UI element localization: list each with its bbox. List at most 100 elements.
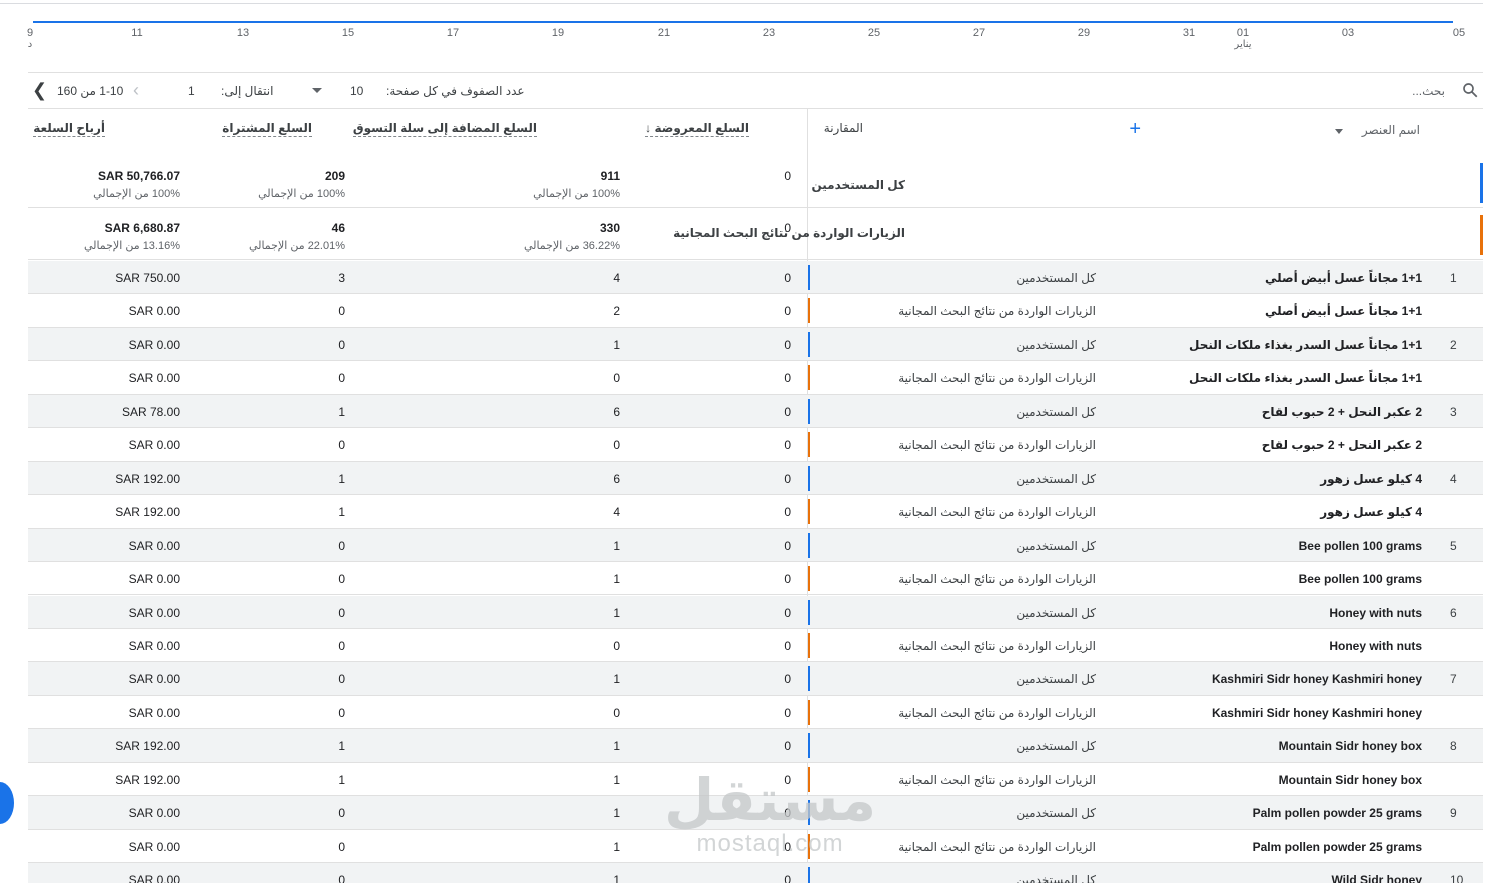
timeline-axis: 05 03 01 يناير 31 29 27 25 23 21 19 17 15 13 11 9 د	[0, 0, 1511, 60]
search-icon[interactable]	[1461, 81, 1479, 99]
items-purchased-value: 0	[338, 438, 345, 453]
segment-indicator	[808, 331, 810, 357]
add-dimension-icon[interactable]: +	[1129, 118, 1141, 141]
rows-per-page-select[interactable]: 10	[350, 84, 363, 98]
table-row[interactable]: 1 1+1 مجاناً عسل أبيض أصلي كل المستخدمين 0 4…	[28, 261, 1483, 295]
table-row[interactable]: 5 Bee pollen 100 grams كل المستخدمين 0 1 0 SAR…	[28, 528, 1483, 563]
segment-label[interactable]: كل المستخدمين	[811, 178, 905, 192]
table-row[interactable]: 4 كيلو عسل زهور الزيارات الواردة من نتائج…	[28, 495, 1483, 529]
item-revenue-value: SAR 78.00	[121, 404, 180, 419]
segment-label: كل المستخدمين	[1016, 672, 1096, 687]
items-purchased-share: 22.01% من الإجمالي	[248, 240, 345, 252]
items-viewed-value: 0	[784, 739, 791, 754]
item-name[interactable]: 2 عكبر النحل + 2 حبوب لقاح	[1262, 438, 1422, 452]
items-purchased-value: 0	[338, 538, 345, 553]
items-added-to-cart-value: 1	[613, 538, 620, 553]
row-rank: 3	[1450, 404, 1457, 419]
item-revenue-value: SAR 0.00	[128, 873, 180, 883]
table-row[interactable]: 8 Mountain Sidr honey box كل المستخدمين 0 1 1…	[28, 729, 1483, 763]
item-revenue-value: SAR 0.00	[128, 705, 180, 720]
item-revenue-value: SAR 750.00	[115, 271, 180, 285]
totals-row: الزيارات الواردة من نتائج البحث المجانية…	[28, 208, 1483, 260]
table-row[interactable]: Mountain Sidr honey box الزيارات الواردة …	[28, 763, 1483, 797]
items-purchased-value: 209	[324, 169, 345, 183]
timeline-tick: 11	[131, 27, 142, 39]
items-added-to-cart-value: 1	[613, 839, 620, 854]
timeline-tick-label: 15	[341, 27, 355, 39]
item-name[interactable]: 1+1 مجاناً عسل أبيض أصلي	[1265, 304, 1422, 318]
items-added-to-cart-value: 4	[613, 505, 620, 520]
table-row[interactable]: 1+1 مجاناً عسل السدر بغذاء ملكات النحل ال…	[28, 361, 1483, 395]
table-row[interactable]: 3 2 عكبر النحل + 2 حبوب لقاح كل المستخدمين…	[28, 394, 1483, 429]
chevron-down-icon[interactable]	[312, 88, 322, 93]
item-name[interactable]: Mountain Sidr honey box	[1279, 773, 1422, 787]
totals-row: كل المستخدمين 0 911 100% من الإجمالي 209 100%…	[28, 156, 1483, 208]
item-name[interactable]: Bee pollen 100 grams	[1299, 572, 1422, 586]
item-name[interactable]: Kashmiri Sidr honey Kashmiri honey	[1212, 706, 1422, 720]
table-row[interactable]: 2 عكبر النحل + 2 حبوب لقاح الزيارات الوار…	[28, 428, 1483, 462]
item-name[interactable]: Bee pollen 100 grams	[1299, 539, 1422, 553]
items-purchased-value: 1	[338, 505, 345, 520]
table-row[interactable]: 7 Kashmiri Sidr honey Kashmiri honey كل ال…	[28, 662, 1483, 696]
item-name[interactable]: 1+1 مجاناً عسل أبيض أصلي	[1265, 271, 1422, 285]
segment-label: الزيارات الواردة من نتائج البحث المجانية	[898, 371, 1096, 386]
items-viewed-value: 0	[784, 806, 791, 821]
header-item-name[interactable]: اسم العنصر	[1362, 123, 1420, 137]
segment-indicator	[808, 666, 810, 692]
item-name[interactable]: Honey with nuts	[1329, 606, 1422, 620]
rows-per-page-label: عدد الصفوف في كل صفحة:	[386, 84, 525, 98]
item-name[interactable]: Palm pollen powder 25 grams	[1253, 806, 1422, 820]
segment-label: كل المستخدمين	[1016, 806, 1096, 821]
assistant-fab[interactable]	[0, 782, 14, 824]
table-row[interactable]: Bee pollen 100 grams الزيارات الواردة من …	[28, 562, 1483, 596]
chevron-down-icon[interactable]	[1335, 129, 1343, 134]
items-added-to-cart-share: 100% من الإجمالي	[533, 188, 620, 200]
item-name[interactable]: 1+1 مجاناً عسل السدر بغذاء ملكات النحل	[1189, 338, 1422, 352]
segment-indicator	[1480, 163, 1483, 203]
segment-indicator	[808, 766, 810, 792]
chevron-left-icon[interactable]: ‹	[133, 81, 139, 99]
table-row[interactable]: Palm pollen powder 25 grams الزيارات الوا…	[28, 830, 1483, 864]
table-row[interactable]: 2 1+1 مجاناً عسل السدر بغذاء ملكات النحل ك…	[28, 327, 1483, 362]
item-name[interactable]: Kashmiri Sidr honey Kashmiri honey	[1212, 672, 1422, 686]
timeline-tick: 27	[973, 27, 985, 39]
timeline-tick-label: 19	[551, 27, 565, 39]
row-rank: 5	[1450, 538, 1457, 553]
goto-page-input[interactable]: 1	[188, 84, 195, 98]
items-purchased-value: 0	[338, 672, 345, 687]
items-added-to-cart-value: 1	[613, 772, 620, 787]
items-purchased-value: 0	[338, 806, 345, 821]
item-name[interactable]: 1+1 مجاناً عسل السدر بغذاء ملكات النحل	[1189, 371, 1422, 385]
items-added-to-cart-value: 1	[613, 605, 620, 620]
items-added-to-cart-value: 0	[613, 705, 620, 720]
item-name[interactable]: Wild Sidr honey	[1331, 873, 1422, 883]
header-items-purchased[interactable]: السلع المشتراة	[222, 121, 312, 137]
header-items-added-to-cart[interactable]: السلع المضافة إلى سلة التسوق	[352, 121, 537, 137]
header-items-viewed[interactable]: السلع المعروضة ↓	[645, 121, 749, 137]
sort-desc-icon[interactable]: ↓	[645, 121, 651, 135]
search-input[interactable]: بحث...	[1412, 84, 1445, 98]
timeline-tick-label: 21	[657, 27, 671, 39]
item-name[interactable]: Honey with nuts	[1329, 639, 1422, 653]
item-name[interactable]: 2 عكبر النحل + 2 حبوب لقاح	[1262, 405, 1422, 419]
table-row[interactable]: 1+1 مجاناً عسل أبيض أصلي الزيارات الواردة…	[28, 294, 1483, 328]
item-name[interactable]: Palm pollen powder 25 grams	[1253, 840, 1422, 854]
item-name[interactable]: 4 كيلو عسل زهور	[1320, 505, 1422, 519]
items-added-to-cart-value: 1	[613, 806, 620, 821]
header-item-revenue[interactable]: أرباح السلعة	[33, 121, 105, 137]
item-name[interactable]: 4 كيلو عسل زهور	[1320, 472, 1422, 486]
item-revenue-value: SAR 192.00	[115, 772, 180, 787]
chevron-right-icon[interactable]: ❮	[32, 81, 47, 99]
row-rank: 10	[1450, 873, 1464, 883]
table-row[interactable]: Kashmiri Sidr honey Kashmiri honey الزيار…	[28, 696, 1483, 730]
table-row[interactable]: 6 Honey with nuts كل المستخدمين 0 1 0 SAR 0.00	[28, 595, 1483, 629]
timeline-tick: 03	[1342, 27, 1354, 39]
table-row[interactable]: 10 Wild Sidr honey كل المستخدمين 0 1 0 SAR 0.0…	[28, 863, 1483, 883]
table-row[interactable]: Honey with nuts الزيارات الواردة من نتائج…	[28, 629, 1483, 663]
table-row[interactable]: 4 4 كيلو عسل زهور كل المستخدمين 0 6 1 SAR 192.…	[28, 461, 1483, 496]
items-added-to-cart-value: 1	[613, 739, 620, 754]
row-rank: 7	[1450, 672, 1457, 687]
items-viewed-value: 0	[784, 505, 791, 520]
item-name[interactable]: Mountain Sidr honey box	[1279, 739, 1422, 753]
table-row[interactable]: 9 Palm pollen powder 25 grams كل المستخدمي…	[28, 796, 1483, 830]
